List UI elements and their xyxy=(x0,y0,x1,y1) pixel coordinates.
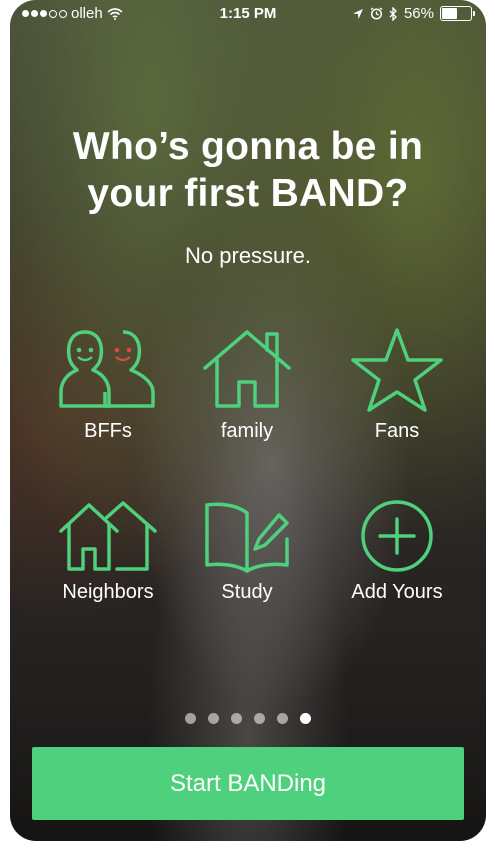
page-dot[interactable] xyxy=(208,713,219,724)
option-study[interactable]: Study xyxy=(182,499,312,604)
star-icon xyxy=(351,328,443,412)
neighborhood-icon xyxy=(59,501,157,571)
book-pencil-icon xyxy=(205,502,289,573)
headline: Who’s gonna be in your first BAND? xyxy=(10,123,486,217)
option-family[interactable]: family xyxy=(182,326,312,443)
option-label-study: Study xyxy=(221,581,273,603)
option-label-family: family xyxy=(220,420,274,442)
option-fans[interactable]: Fans xyxy=(332,326,462,443)
start-banding-button[interactable]: Start BANDing xyxy=(32,747,464,820)
page-dot[interactable] xyxy=(185,713,196,724)
page-dot[interactable] xyxy=(231,713,242,724)
headline-line-1: Who’s gonna be in xyxy=(72,125,424,168)
friends-icon xyxy=(59,330,155,408)
house-icon xyxy=(203,330,291,408)
page-indicator xyxy=(10,713,486,724)
subheadline: No pressure. xyxy=(185,243,311,268)
app-screen: olleh 1:15 PM 56% Who’s gonna be in your… xyxy=(10,0,486,841)
page-dot[interactable] xyxy=(277,713,288,724)
battery-percent: 56% xyxy=(403,5,434,22)
plus-circle-icon xyxy=(361,500,433,572)
status-icons: 56% xyxy=(352,5,475,22)
option-bffs[interactable]: BFFs xyxy=(43,326,173,443)
option-label-add-yours: Add Yours xyxy=(351,581,443,603)
battery-icon xyxy=(440,6,475,21)
option-add-yours[interactable]: Add Yours xyxy=(332,499,462,604)
status-bar: olleh 1:15 PM 56% xyxy=(10,0,486,28)
page-dot[interactable] xyxy=(254,713,265,724)
alarm-icon xyxy=(370,7,383,20)
option-label-fans: Fans xyxy=(374,420,420,442)
location-arrow-icon xyxy=(352,8,363,19)
option-neighbors[interactable]: Neighbors xyxy=(43,499,173,604)
page-dot[interactable] xyxy=(300,713,311,724)
option-label-bffs: BFFs xyxy=(84,420,132,442)
headline-line-2: your first BAND? xyxy=(87,172,409,215)
option-label-neighbors: Neighbors xyxy=(62,581,154,603)
bluetooth-icon xyxy=(389,6,397,21)
